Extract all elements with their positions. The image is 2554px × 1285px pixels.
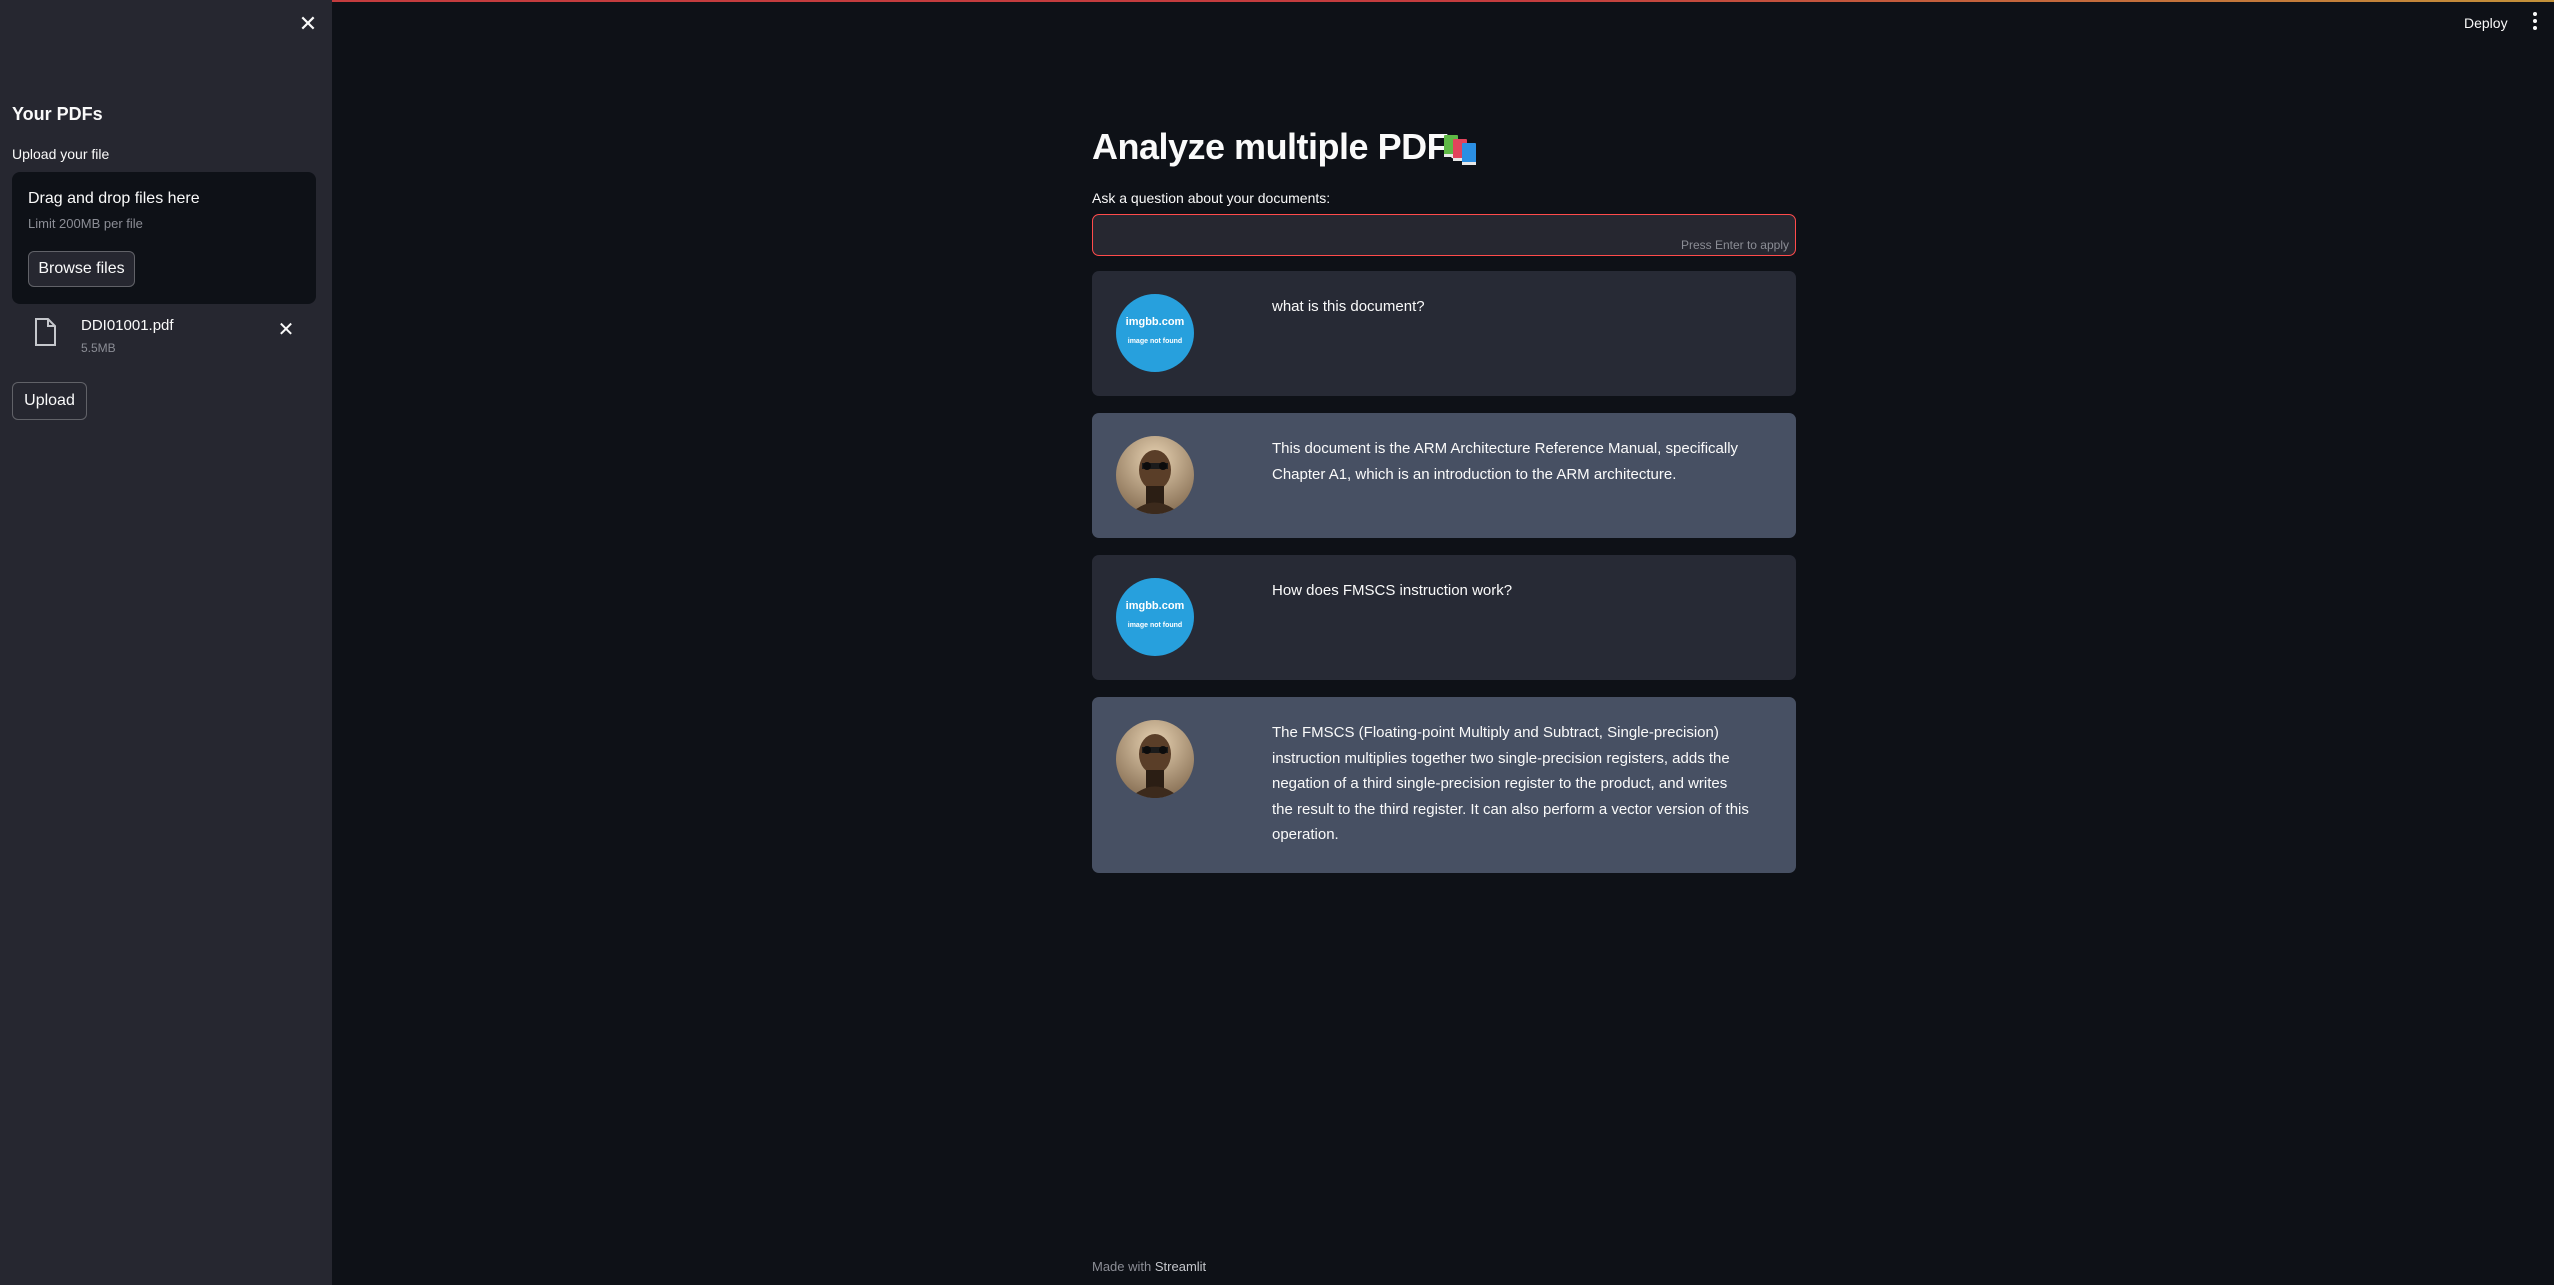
- file-dropzone[interactable]: Drag and drop files here Limit 200MB per…: [12, 172, 316, 304]
- avatar-subtext: image not found: [1127, 622, 1183, 629]
- sidebar-title: Your PDFs: [12, 104, 103, 124]
- sidebar: ✕ Your PDFs Upload your file Drag and dr…: [0, 0, 332, 1285]
- deploy-button[interactable]: Deploy: [2464, 15, 2508, 31]
- user-avatar: imgbb.com image not found: [1116, 578, 1194, 656]
- remove-file-icon[interactable]: ✕: [276, 320, 296, 340]
- books-icon: [1444, 135, 1476, 165]
- bot-avatar: [1116, 436, 1194, 514]
- page-title: Analyze multiple PDFs: [1092, 126, 1468, 167]
- avatar-subtext: image not found: [1127, 338, 1183, 345]
- question-label: Ask a question about your documents:: [1092, 190, 1331, 206]
- file-name: DDI01001.pdf: [81, 317, 174, 334]
- file-size: 5.5MB: [81, 341, 116, 355]
- chat-message-user: imgbb.com image not found what is this d…: [1092, 271, 1796, 396]
- uploaded-file-item: DDI01001.pdf 5.5MB ✕: [12, 310, 316, 360]
- dropzone-title: Drag and drop files here: [28, 190, 200, 207]
- message-text: This document is the ARM Architecture Re…: [1272, 440, 1739, 483]
- footer-prefix: Made with: [1092, 1259, 1152, 1274]
- chat-message-bot: This document is the ARM Architecture Re…: [1092, 413, 1796, 538]
- message-text: what is this document?: [1272, 298, 1425, 315]
- browse-files-button[interactable]: Browse files: [28, 251, 135, 287]
- message-text: The FMSCS (Floating-point Multiply and S…: [1272, 724, 1749, 843]
- chat-message-user: imgbb.com image not found How does FMSCS…: [1092, 555, 1796, 680]
- chat-message-bot: The FMSCS (Floating-point Multiply and S…: [1092, 697, 1796, 873]
- dropzone-limit: Limit 200MB per file: [28, 216, 143, 231]
- upload-label: Upload your file: [12, 146, 110, 162]
- upload-button[interactable]: Upload: [12, 382, 87, 420]
- streamlit-link[interactable]: Streamlit: [1155, 1259, 1206, 1274]
- user-avatar: imgbb.com image not found: [1116, 294, 1194, 372]
- bot-avatar: [1116, 720, 1194, 798]
- input-hint: Press Enter to apply: [1680, 238, 1789, 252]
- top-decoration-bar: [0, 0, 2554, 2]
- main-menu-icon[interactable]: [2530, 12, 2540, 34]
- close-sidebar-icon[interactable]: ✕: [296, 12, 320, 36]
- message-text: How does FMSCS instruction work?: [1272, 582, 1513, 599]
- avatar-text: imgbb.com: [1125, 600, 1185, 612]
- avatar-text: imgbb.com: [1125, 316, 1185, 328]
- question-input-container: Press Enter to apply: [1092, 214, 1796, 256]
- footer: Made with Streamlit: [1092, 1259, 1206, 1274]
- file-icon: [35, 318, 56, 346]
